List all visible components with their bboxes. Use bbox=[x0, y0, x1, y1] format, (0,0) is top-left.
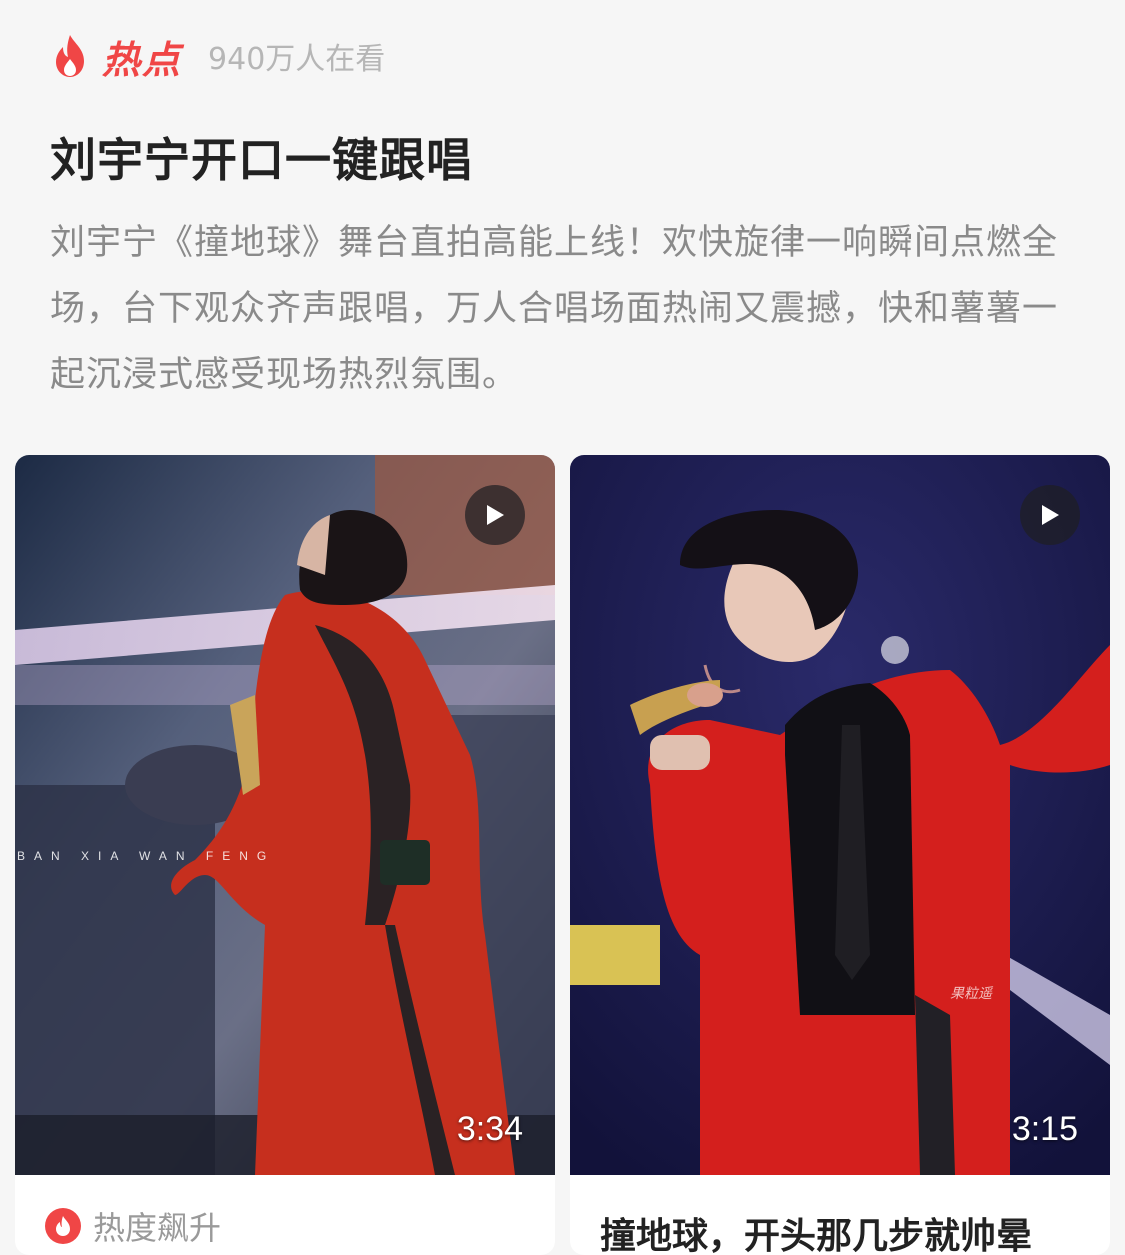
video-watermark: 果粒遥 bbox=[950, 986, 992, 1002]
video-card[interactable]: 果粒遥 3:15 撞地球，开头那几步就帅晕 bbox=[570, 455, 1110, 1255]
play-button[interactable] bbox=[1020, 485, 1080, 545]
trend-label: 热度飙升 bbox=[93, 1209, 222, 1247]
flame-icon bbox=[45, 1208, 81, 1244]
video-title[interactable]: 撞地球，开头那几步就帅晕 bbox=[600, 1207, 1032, 1255]
video-thumbnail[interactable]: BAN XIA WAN FENG 3:34 bbox=[15, 455, 555, 1175]
thumbnail-image bbox=[15, 455, 555, 1175]
viewer-count: 940万人在看 bbox=[208, 42, 386, 77]
thumbnail-image bbox=[570, 455, 1110, 1175]
topic-description: 刘宇宁《撞地球》舞台直拍高能上线！欢快旋律一响瞬间点燃全场，台下观众齐声跟唱，万… bbox=[50, 223, 1059, 395]
play-button[interactable] bbox=[465, 485, 525, 545]
trend-indicator: 热度飙升 bbox=[45, 1203, 221, 1249]
video-watermark: BAN XIA WAN FENG bbox=[17, 849, 276, 863]
topic-title[interactable]: 刘宇宁开口一键跟唱 bbox=[50, 124, 473, 190]
flame-icon bbox=[56, 35, 84, 77]
play-icon bbox=[487, 505, 504, 525]
video-duration: 3:15 bbox=[1011, 1110, 1078, 1148]
video-card[interactable]: BAN XIA WAN FENG 3:34 热度飙升 bbox=[15, 455, 555, 1255]
video-thumbnail[interactable]: 果粒遥 3:15 bbox=[570, 455, 1110, 1175]
hot-header: 热点 940万人在看 bbox=[50, 30, 385, 82]
hot-label: 热点 bbox=[102, 37, 183, 82]
video-duration: 3:34 bbox=[456, 1110, 523, 1148]
play-icon bbox=[1042, 505, 1059, 525]
